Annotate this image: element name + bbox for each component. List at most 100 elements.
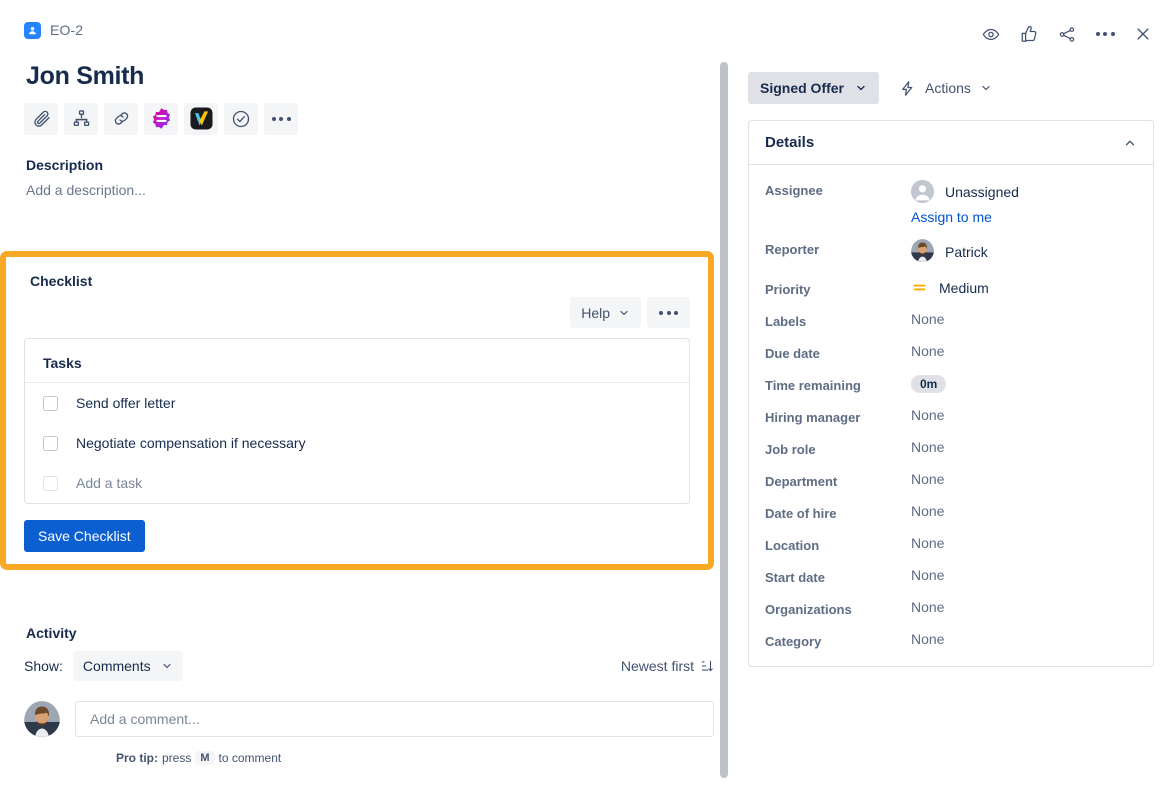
description-heading: Description xyxy=(26,156,104,173)
status-row: Signed Offer Actions xyxy=(748,72,1154,104)
detail-row-organizations: Organizations None xyxy=(749,592,1153,624)
chevron-down-icon xyxy=(163,663,171,669)
toolbar-more-icon-button[interactable] xyxy=(264,102,298,135)
page-title[interactable]: Jon Smith xyxy=(26,62,688,91)
detail-row-priority: Priority Medium xyxy=(749,272,1153,304)
task-checkbox[interactable] xyxy=(43,395,58,411)
detail-row-department: Department None xyxy=(749,464,1153,496)
protip-mid: press xyxy=(162,751,192,765)
app-badge-icon-button[interactable] xyxy=(144,102,178,135)
detail-value[interactable]: None xyxy=(911,631,1137,647)
activity-show-select[interactable]: Comments xyxy=(72,651,183,681)
task-checkbox xyxy=(43,475,58,491)
comment-input[interactable]: Add a comment... xyxy=(75,701,714,737)
tasks-heading: Tasks xyxy=(25,339,689,383)
actions-button[interactable]: Actions xyxy=(893,72,998,104)
lightning-bolt-icon xyxy=(902,80,913,96)
detail-value[interactable]: None xyxy=(911,471,1137,487)
child-issue-icon-button[interactable] xyxy=(64,102,98,135)
app-check-icon-button[interactable] xyxy=(184,102,218,135)
detail-row-location: Location None xyxy=(749,528,1153,560)
detail-value[interactable]: None xyxy=(911,535,1137,551)
details-heading: Details xyxy=(765,134,815,151)
detail-row-due-date: Due date None xyxy=(749,336,1153,368)
add-comment-row: Add a comment... xyxy=(24,701,714,742)
add-task-row[interactable]: Add a task xyxy=(25,463,689,503)
protip-suffix: to comment xyxy=(218,751,282,765)
detail-row-assignee: Assignee Unassigned Assign to me xyxy=(749,173,1153,232)
detail-key: Organizations xyxy=(765,602,852,617)
check-circle-icon-button[interactable] xyxy=(224,102,258,135)
status-label: Signed Offer xyxy=(760,80,845,96)
detail-value[interactable]: None xyxy=(911,407,1137,423)
comment-protip: Pro tip: press M to comment xyxy=(116,751,714,765)
save-checklist-button[interactable]: Save Checklist xyxy=(24,520,145,552)
checklist-panel: Checklist Help Tasks Send offer letter N… xyxy=(0,251,714,570)
share-icon-button[interactable] xyxy=(1052,20,1082,48)
checklist-help-button[interactable]: Help xyxy=(570,297,641,328)
protip-prefix: Pro tip: xyxy=(116,751,158,765)
activity-section: Activity Show: Comments Newest first Add… xyxy=(24,625,714,765)
checklist-task-row[interactable]: Negotiate compensation if necessary xyxy=(25,423,689,463)
sort-descending-icon xyxy=(701,660,713,672)
details-header[interactable]: Details xyxy=(749,121,1153,165)
checklist-task-row[interactable]: Send offer letter xyxy=(25,383,689,423)
detail-value[interactable]: None xyxy=(911,311,1137,327)
detail-value[interactable]: None xyxy=(911,599,1137,615)
detail-value[interactable]: None xyxy=(911,567,1137,583)
protip-key: M xyxy=(195,751,215,765)
breadcrumb[interactable]: EO-2 xyxy=(24,18,688,42)
attach-icon-button[interactable] xyxy=(24,102,58,135)
detail-key: Job role xyxy=(765,442,816,457)
thumbs-up-icon xyxy=(1021,25,1037,42)
status-dropdown-button[interactable]: Signed Offer xyxy=(748,72,880,104)
close-icon-button[interactable] xyxy=(1128,20,1158,48)
detail-value[interactable]: None xyxy=(911,439,1137,455)
detail-row-category: Category None xyxy=(749,624,1153,656)
detail-key: Assignee xyxy=(765,183,823,198)
link-icon-button[interactable] xyxy=(104,102,138,135)
detail-row-date-of-hire: Date of hire None xyxy=(749,496,1153,528)
task-checkbox[interactable] xyxy=(43,435,58,451)
more-icon xyxy=(1095,32,1115,36)
detail-key: Priority xyxy=(765,282,811,297)
watch-eye-icon xyxy=(982,28,1000,40)
app-badge-icon xyxy=(152,108,170,130)
detail-row-labels: Labels None xyxy=(749,304,1153,336)
detail-key: Time remaining xyxy=(765,378,861,393)
issue-main-content: EO-2 Jon Smith Description Add a descrip… xyxy=(0,0,712,198)
detail-value[interactable]: None xyxy=(911,503,1137,519)
description-placeholder[interactable]: Add a description... xyxy=(26,182,688,198)
breadcrumb-issue-key[interactable]: EO-2 xyxy=(50,22,83,38)
activity-sort-label: Newest first xyxy=(620,658,694,674)
activity-sort-button[interactable]: Newest first xyxy=(621,658,714,674)
detail-row-reporter: Reporter Patrick xyxy=(749,232,1153,272)
issue-action-toolbar xyxy=(24,102,688,135)
detail-value[interactable]: Medium xyxy=(911,279,1137,296)
checklist-body: Checklist Help Tasks Send offer letter N… xyxy=(6,257,708,564)
scrollbar-thumb[interactable] xyxy=(720,62,728,778)
chevron-down-icon xyxy=(620,310,628,315)
detail-value[interactable]: None xyxy=(911,343,1137,359)
person-badge-icon xyxy=(24,21,41,39)
detail-key: Category xyxy=(765,634,822,649)
avatar xyxy=(24,701,60,742)
detail-key: Start date xyxy=(765,570,825,585)
task-label: Negotiate compensation if necessary xyxy=(76,435,306,451)
issue-sidebar: Signed Offer Actions Details Assignee Un… xyxy=(730,0,1172,787)
avatar xyxy=(911,180,934,203)
add-task-placeholder[interactable]: Add a task xyxy=(76,475,142,491)
main-scrollbar[interactable] xyxy=(718,60,730,782)
header-more-icon-button[interactable] xyxy=(1090,20,1120,48)
details-card: Details Assignee Unassigned Assign to me… xyxy=(748,120,1154,667)
detail-value[interactable]: 0m xyxy=(911,375,1137,393)
assignee-value[interactable]: Unassigned xyxy=(911,180,1137,203)
detail-row-start-date: Start date None xyxy=(749,560,1153,592)
reporter-name: Patrick xyxy=(945,244,988,260)
watch-eye-icon-button[interactable] xyxy=(976,20,1006,48)
detail-value[interactable]: Patrick xyxy=(911,239,1137,265)
checklist-more-button[interactable] xyxy=(647,297,690,328)
thumbs-up-icon-button[interactable] xyxy=(1014,20,1044,48)
assign-to-me-link[interactable]: Assign to me xyxy=(911,209,1137,225)
task-label: Send offer letter xyxy=(76,395,176,411)
